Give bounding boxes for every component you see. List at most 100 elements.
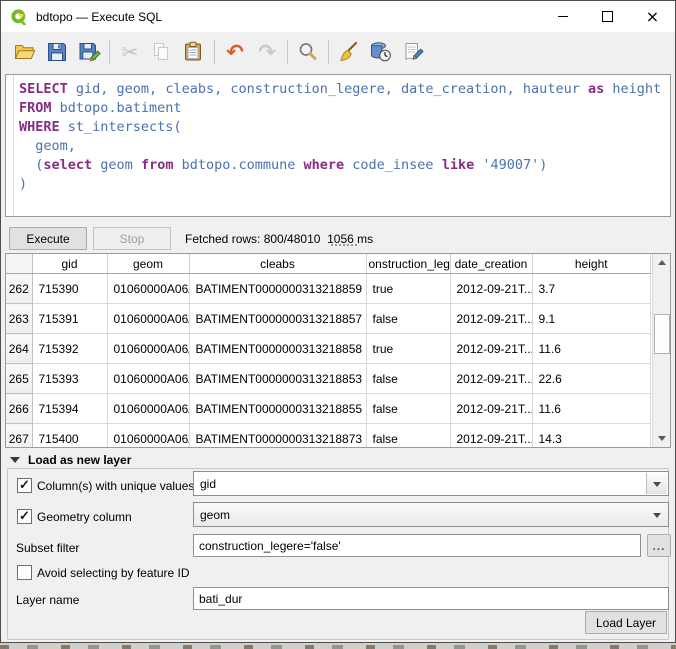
- cell[interactable]: 2012-09-21T...: [450, 364, 532, 394]
- query-history-button[interactable]: [365, 37, 397, 67]
- column-header-geom[interactable]: geom: [107, 254, 189, 274]
- avoid-feature-id-checkbox[interactable]: [17, 565, 32, 580]
- row-number[interactable]: 267: [6, 424, 32, 449]
- cell[interactable]: 9.1: [532, 304, 651, 334]
- unique-values-dropdown-button[interactable]: [646, 473, 667, 494]
- cell[interactable]: false: [366, 364, 450, 394]
- geometry-column-checkbox[interactable]: [17, 509, 32, 524]
- column-header-cleabs[interactable]: cleabs: [189, 254, 366, 274]
- save-as-icon: [77, 40, 101, 64]
- load-panel-header[interactable]: Load as new layer: [10, 453, 131, 467]
- minimize-button[interactable]: [540, 1, 585, 32]
- unique-values-checkbox[interactable]: [17, 478, 32, 493]
- cell[interactable]: false: [366, 394, 450, 424]
- row-number[interactable]: 262: [6, 274, 32, 304]
- cell[interactable]: 14.3: [532, 424, 651, 449]
- sql-editor-code: SELECT gid, geom, cleabs, construction_l…: [19, 80, 661, 194]
- corner-header[interactable]: [6, 254, 32, 274]
- cell[interactable]: 2012-09-21T...: [450, 424, 532, 449]
- cell[interactable]: 11.6: [532, 334, 651, 364]
- scroll-up-button[interactable]: [653, 254, 670, 271]
- column-header-onstruction_leger[interactable]: onstruction_leger: [366, 254, 450, 274]
- scissors-icon: ✂: [122, 40, 139, 64]
- cell[interactable]: BATIMENT0000000313218857: [189, 304, 366, 334]
- cell[interactable]: 715392: [32, 334, 107, 364]
- layer-name-input[interactable]: [193, 587, 669, 610]
- cell[interactable]: BATIMENT0000000313218859: [189, 274, 366, 304]
- stop-button[interactable]: Stop: [93, 227, 171, 250]
- cell[interactable]: 2012-09-21T...: [450, 304, 532, 334]
- unique-values-combobox[interactable]: gid: [193, 471, 669, 496]
- maximize-button[interactable]: [585, 1, 630, 32]
- table-row[interactable]: 26771540001060000A06A0...BATIMENT0000000…: [6, 424, 651, 449]
- geometry-column-dropdown-button[interactable]: [647, 504, 667, 525]
- cell[interactable]: BATIMENT0000000313218858: [189, 334, 366, 364]
- undo-button[interactable]: ↶: [219, 37, 251, 67]
- cell[interactable]: 715393: [32, 364, 107, 394]
- results-header-row: gidgeomcleabsonstruction_legerdate_creat…: [6, 254, 651, 274]
- cell[interactable]: false: [366, 304, 450, 334]
- cell[interactable]: 01060000A06A0...: [107, 424, 189, 449]
- cell[interactable]: BATIMENT0000000313218853: [189, 364, 366, 394]
- cell[interactable]: true: [366, 334, 450, 364]
- table-row[interactable]: 26671539401060000A06A0...BATIMENT0000000…: [6, 394, 651, 424]
- cell[interactable]: 11.6: [532, 394, 651, 424]
- vertical-scrollbar[interactable]: [652, 254, 670, 447]
- cell[interactable]: 2012-09-21T...: [450, 274, 532, 304]
- cell[interactable]: 01060000A06A0...: [107, 334, 189, 364]
- row-number[interactable]: 263: [6, 304, 32, 334]
- row-number[interactable]: 264: [6, 334, 32, 364]
- close-button[interactable]: ×: [630, 1, 675, 32]
- geometry-column-combobox[interactable]: geom: [193, 502, 669, 527]
- cell[interactable]: BATIMENT0000000313218873: [189, 424, 366, 449]
- save-query-button[interactable]: [41, 37, 73, 67]
- subset-filter-input[interactable]: [193, 534, 641, 557]
- avoid-feature-id-label: Avoid selecting by feature ID: [37, 566, 190, 580]
- open-query-button[interactable]: [9, 37, 41, 67]
- filter-browse-button[interactable]: ...: [647, 534, 671, 557]
- cell[interactable]: 01060000A06A0...: [107, 304, 189, 334]
- paste-button[interactable]: [178, 37, 210, 67]
- cell[interactable]: true: [366, 274, 450, 304]
- cell[interactable]: 3.7: [532, 274, 651, 304]
- cell[interactable]: 2012-09-21T...: [450, 394, 532, 424]
- sql-editor[interactable]: SELECT gid, geom, cleabs, construction_l…: [5, 74, 671, 217]
- cell[interactable]: 715400: [32, 424, 107, 449]
- splitter-handle[interactable]: [331, 244, 357, 246]
- cell[interactable]: 715391: [32, 304, 107, 334]
- cell[interactable]: 715390: [32, 274, 107, 304]
- sql-line: (select geom from bdtopo.commune where c…: [19, 156, 661, 175]
- cell[interactable]: 01060000A06A0...: [107, 274, 189, 304]
- table-row[interactable]: 26571539301060000A06A0...BATIMENT0000000…: [6, 364, 651, 394]
- query-builder-button[interactable]: [397, 37, 429, 67]
- zoom-button[interactable]: [292, 37, 324, 67]
- cell[interactable]: BATIMENT0000000313218855: [189, 394, 366, 424]
- load-layer-button[interactable]: Load Layer: [585, 611, 667, 634]
- row-number[interactable]: 266: [6, 394, 32, 424]
- copy-button[interactable]: [146, 37, 178, 67]
- save-query-as-button[interactable]: [73, 37, 105, 67]
- cell[interactable]: 2012-09-21T...: [450, 334, 532, 364]
- cell[interactable]: 715394: [32, 394, 107, 424]
- column-header-height[interactable]: height: [532, 254, 651, 274]
- sql-line: FROM bdtopo.batiment: [19, 99, 661, 118]
- column-header-date_creation[interactable]: date_creation: [450, 254, 532, 274]
- table-row[interactable]: 26471539201060000A06A0...BATIMENT0000000…: [6, 334, 651, 364]
- table-row[interactable]: 26371539101060000A06A0...BATIMENT0000000…: [6, 304, 651, 334]
- caption-buttons: ×: [540, 1, 675, 32]
- scroll-down-button[interactable]: [653, 430, 670, 447]
- execute-button[interactable]: Execute: [9, 227, 87, 250]
- cell[interactable]: false: [366, 424, 450, 449]
- row-number[interactable]: 265: [6, 364, 32, 394]
- titlebar: bdtopo — Execute SQL ×: [1, 1, 675, 32]
- cell[interactable]: 22.6: [532, 364, 651, 394]
- table-row[interactable]: 26271539001060000A06A0...BATIMENT0000000…: [6, 274, 651, 304]
- column-header-gid[interactable]: gid: [32, 254, 107, 274]
- cell[interactable]: 01060000A06A0...: [107, 364, 189, 394]
- redo-button[interactable]: ↷: [251, 37, 283, 67]
- scrollbar-thumb[interactable]: [654, 314, 670, 354]
- cell[interactable]: 01060000A06A0...: [107, 394, 189, 424]
- clear-button[interactable]: [333, 37, 365, 67]
- cut-button[interactable]: ✂: [114, 37, 146, 67]
- close-icon: ×: [646, 9, 659, 25]
